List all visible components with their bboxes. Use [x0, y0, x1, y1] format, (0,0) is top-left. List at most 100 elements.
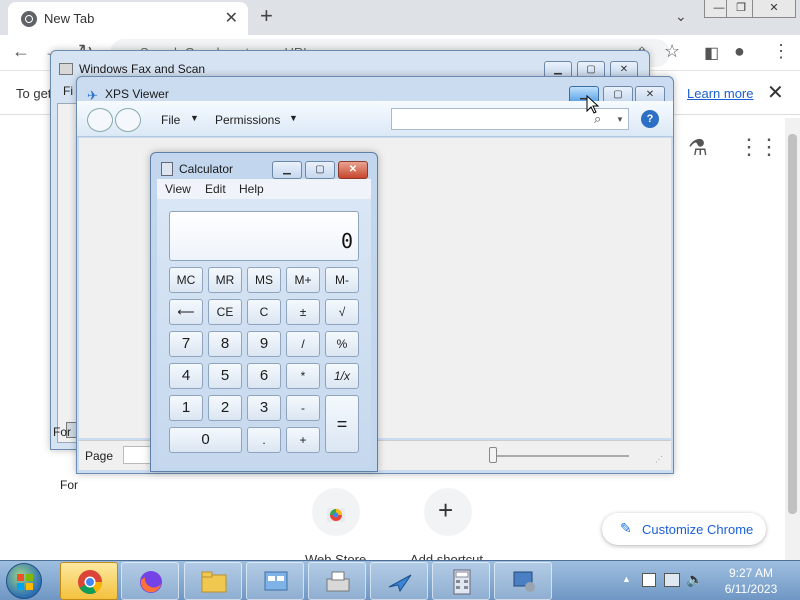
key-m-plus[interactable]: M+ — [286, 267, 320, 293]
infobar-close-icon[interactable]: ✕ — [767, 80, 784, 105]
fax-window-title: Windows Fax and Scan — [79, 62, 206, 76]
chrome-close-button[interactable]: ✕ — [752, 0, 796, 18]
customize-chrome-button[interactable]: ✎ Customize Chrome — [602, 513, 766, 545]
taskbar-fax-scan[interactable] — [308, 562, 366, 600]
back-circle-icon[interactable] — [87, 108, 113, 132]
chrome-menu-icon[interactable]: ⋮ — [772, 41, 790, 62]
key-mc[interactable]: MC — [169, 267, 203, 293]
taskbar-firefox[interactable] — [121, 562, 179, 600]
key-divide[interactable]: / — [286, 331, 320, 357]
zoom-slider-track[interactable] — [489, 455, 629, 457]
resize-grip-icon[interactable]: ⋰ — [655, 455, 663, 464]
key-reciprocal[interactable]: 1/x — [325, 363, 359, 389]
key-plus-minus[interactable]: ± — [286, 299, 320, 325]
key-3[interactable]: 3 — [247, 395, 281, 421]
xps-viewer-icon — [388, 574, 412, 593]
customize-chrome-label: Customize Chrome — [642, 522, 754, 537]
chrome-scrollbar[interactable] — [785, 118, 800, 560]
key-6[interactable]: 6 — [247, 363, 281, 389]
shortcut-web-store[interactable] — [312, 488, 360, 536]
key-decimal[interactable]: . — [247, 427, 281, 453]
calc-display-value: 0 — [340, 229, 353, 253]
shortcut-add[interactable]: + — [424, 488, 472, 536]
chrome-tab-strip: New Tab ✕ + ⌄ — ❐ ✕ — [0, 0, 800, 35]
calc-menu-edit[interactable]: Edit — [205, 182, 226, 196]
windows-logo-icon — [17, 574, 33, 590]
calc-close-button[interactable]: ✕ — [338, 161, 368, 179]
volume-muted-icon[interactable]: 🔈 — [686, 571, 703, 588]
remote-desktop-icon — [513, 571, 535, 592]
xps-menu-permissions[interactable]: Permissions — [215, 113, 280, 127]
pencil-icon: ✎ — [620, 520, 632, 536]
firefox-icon — [140, 571, 162, 593]
key-percent[interactable]: % — [325, 331, 359, 357]
taskbar-control-panel[interactable] — [246, 562, 304, 600]
labs-flask-icon[interactable]: ⚗ — [688, 135, 708, 161]
key-sqrt[interactable]: √ — [325, 299, 359, 325]
key-2[interactable]: 2 — [208, 395, 242, 421]
key-c[interactable]: C — [247, 299, 281, 325]
fax-menu-file[interactable]: Fi — [63, 84, 73, 98]
profile-avatar-icon[interactable]: ● — [734, 41, 745, 62]
key-ce[interactable]: CE — [208, 299, 242, 325]
new-tab-button[interactable]: + — [260, 5, 273, 27]
key-9[interactable]: 9 — [247, 331, 281, 357]
xps-toolbar: File ▼ Permissions ▼ ⌕ ▼ ? — [77, 101, 673, 137]
zoom-slider-thumb[interactable] — [489, 447, 497, 463]
key-1[interactable]: 1 — [169, 395, 203, 421]
key-7[interactable]: 7 — [169, 331, 203, 357]
search-dropdown-icon[interactable]: ▼ — [616, 115, 624, 124]
bookmark-star-icon[interactable]: ☆ — [664, 41, 680, 62]
clock-time: 9:27 AM — [728, 566, 774, 580]
calc-maximize-button[interactable]: ▢ — [305, 161, 335, 179]
key-subtract[interactable]: - — [286, 395, 320, 421]
taskbar-chrome[interactable] — [60, 562, 118, 600]
xps-page-input[interactable] — [123, 446, 153, 464]
infobar-learn-more-link[interactable]: Learn more — [687, 86, 753, 101]
key-backspace[interactable]: ⟵ — [169, 299, 203, 325]
calc-menu-help[interactable]: Help — [239, 182, 264, 196]
tab-close-icon[interactable]: ✕ — [225, 8, 238, 28]
help-icon[interactable]: ? — [641, 110, 659, 128]
add-plus-icon: + — [438, 495, 454, 525]
key-ms[interactable]: MS — [247, 267, 281, 293]
calc-menu-view[interactable]: View — [165, 182, 191, 196]
key-0[interactable]: 0 — [169, 427, 242, 453]
key-5[interactable]: 5 — [208, 363, 242, 389]
file-dropdown-icon[interactable]: ▼ — [190, 113, 199, 123]
calc-minimize-button[interactable]: ▁ — [272, 161, 302, 179]
permissions-dropdown-icon[interactable]: ▼ — [289, 113, 298, 123]
taskbar-xps-viewer[interactable] — [370, 562, 428, 600]
clock-date: 6/11/2023 — [724, 582, 778, 596]
tab-search-chevron-icon[interactable]: ⌄ — [675, 8, 687, 25]
fax-window-icon — [59, 63, 73, 75]
folder-icon — [201, 571, 227, 593]
calc-menu-bar: View Edit Help — [157, 179, 371, 199]
key-add[interactable]: + — [286, 427, 320, 453]
back-arrow-icon[interactable]: ← — [12, 41, 30, 62]
key-8[interactable]: 8 — [208, 331, 242, 357]
key-m-minus[interactable]: M- — [325, 267, 359, 293]
xps-menu-file[interactable]: File — [161, 113, 180, 127]
taskbar-remote-desktop[interactable] — [494, 562, 552, 600]
infobar-text: To get — [16, 86, 52, 101]
scrollbar-thumb[interactable] — [788, 134, 797, 514]
taskbar-clock[interactable]: 9:27 AM 6/11/2023 — [716, 565, 786, 597]
key-mr[interactable]: MR — [208, 267, 242, 293]
tab-title: New Tab — [44, 11, 95, 26]
calculator-window-icon — [161, 162, 173, 176]
key-multiply[interactable]: * — [286, 363, 320, 389]
forward-circle-icon[interactable] — [115, 108, 141, 132]
taskbar-calculator[interactable] — [432, 562, 490, 600]
key-4[interactable]: 4 — [169, 363, 203, 389]
taskbar-file-explorer[interactable] — [184, 562, 242, 600]
calc-window-title: Calculator — [179, 162, 234, 176]
tab-new-tab[interactable]: New Tab ✕ — [8, 2, 248, 35]
calculator-window[interactable]: Calculator ▁ ▢ ✕ View Edit Help 0 MC MR … — [150, 152, 378, 472]
network-icon[interactable] — [664, 573, 680, 587]
tray-expand-icon[interactable]: ▲ — [622, 574, 631, 584]
start-button[interactable] — [6, 563, 42, 599]
side-panel-icon[interactable]: ◧ — [704, 43, 719, 63]
action-center-flag-icon[interactable] — [642, 573, 656, 587]
key-equals[interactable]: = — [325, 395, 359, 453]
